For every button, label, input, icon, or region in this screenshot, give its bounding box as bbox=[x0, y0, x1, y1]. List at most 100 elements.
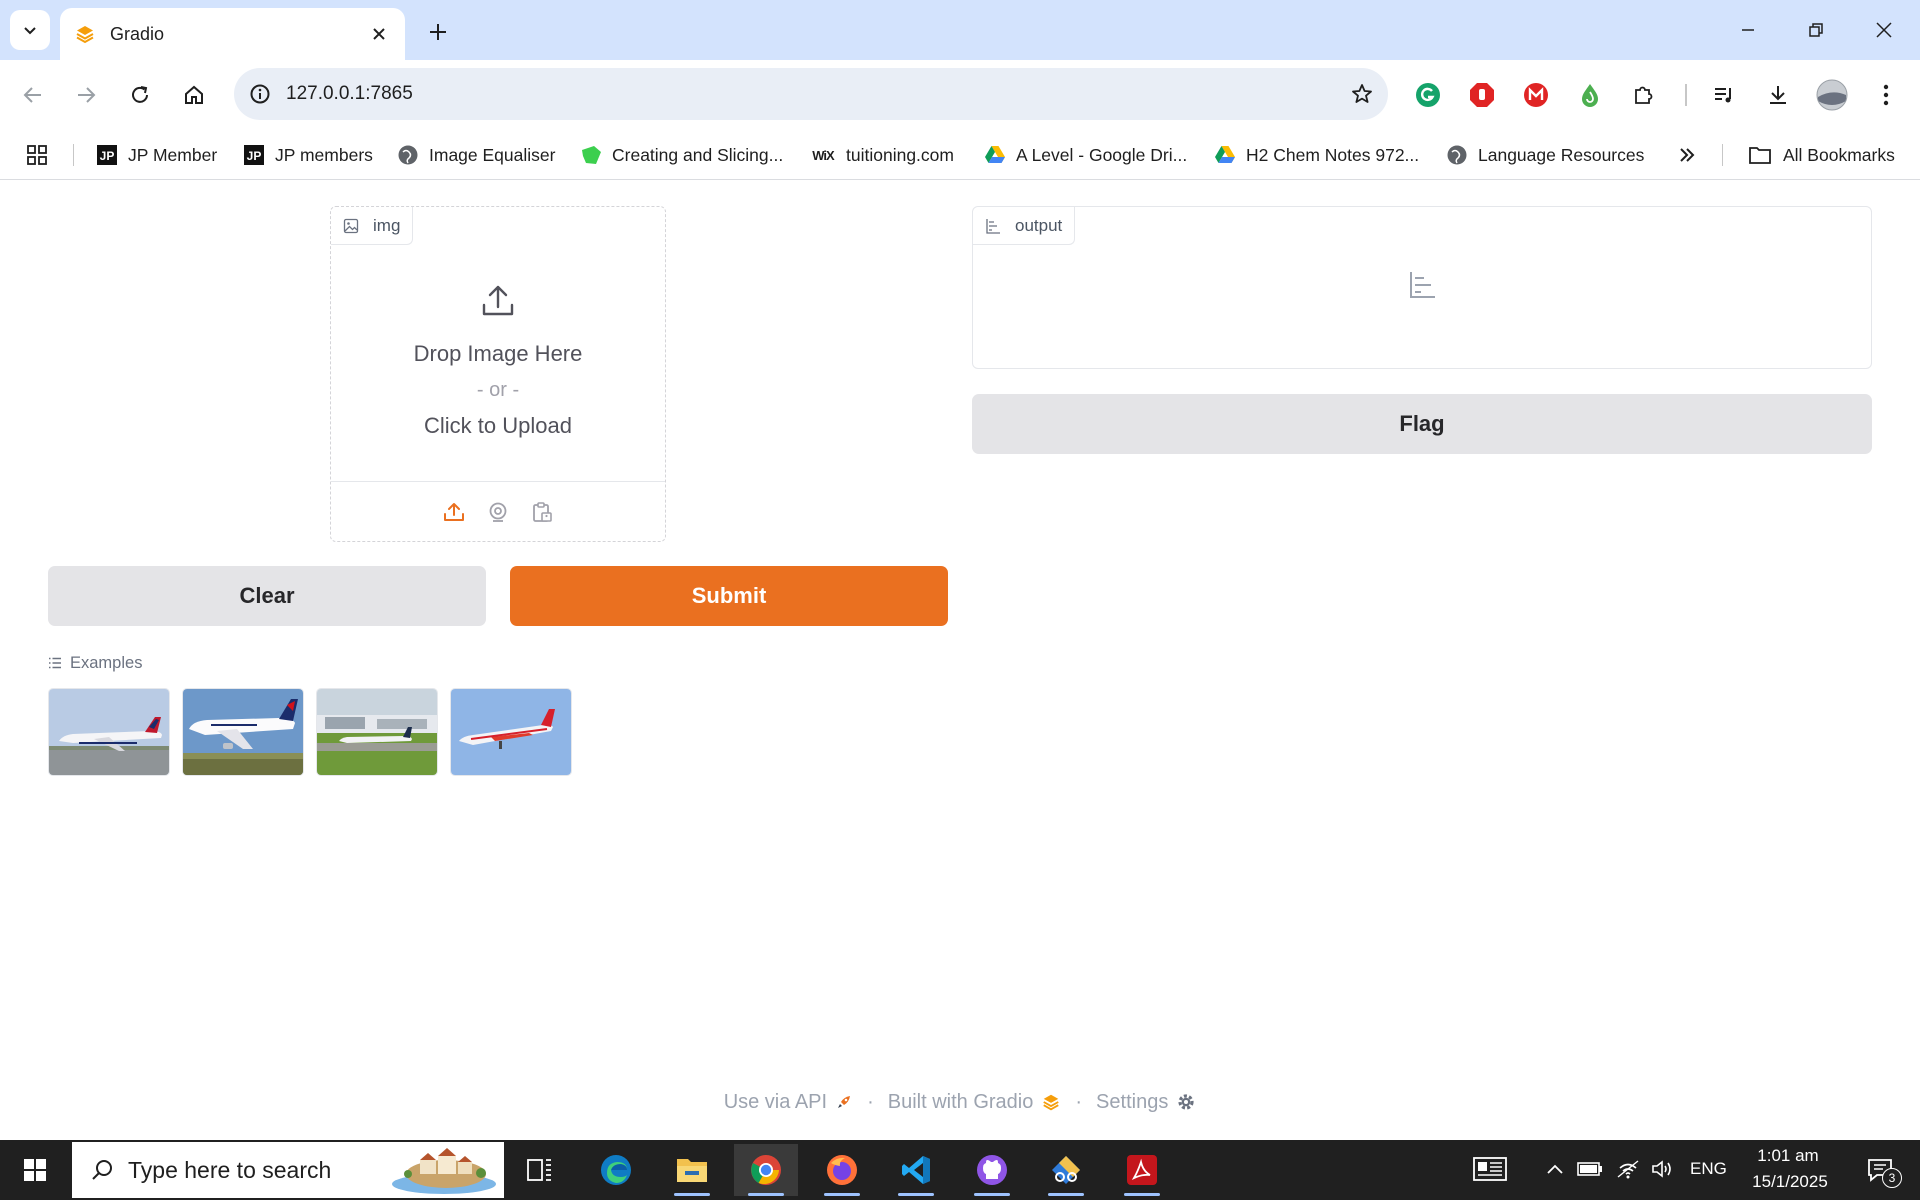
grammarly-extension-icon[interactable] bbox=[1410, 77, 1446, 113]
google-drive-icon bbox=[1214, 144, 1236, 166]
restore-icon bbox=[1809, 23, 1823, 37]
windows-taskbar: Type here to search ENG 1:01 am 15/1/202… bbox=[0, 1140, 1920, 1200]
apps-grid-button[interactable] bbox=[26, 140, 48, 170]
image-input-panel: img Drop Image Here - or - Click to Uplo… bbox=[330, 206, 666, 542]
bookmark-h2-chem-notes[interactable]: H2 Chem Notes 972... bbox=[1214, 140, 1419, 170]
footer-separator: · bbox=[867, 1090, 874, 1113]
close-tab-icon[interactable] bbox=[367, 22, 391, 46]
svg-text:JP: JP bbox=[247, 149, 262, 163]
downloads-icon[interactable] bbox=[1760, 77, 1796, 113]
back-arrow-icon bbox=[23, 87, 41, 103]
extensions-puzzle-icon[interactable] bbox=[1626, 77, 1662, 113]
reload-button[interactable] bbox=[120, 75, 160, 115]
bookmark-jp-members[interactable]: JP JP members bbox=[243, 140, 373, 170]
clock-time[interactable]: 1:01 am bbox=[1756, 1146, 1820, 1166]
built-with-gradio-link[interactable]: Built with Gradio bbox=[888, 1091, 1034, 1114]
example-thumbnail-4[interactable] bbox=[450, 688, 572, 776]
restore-button[interactable] bbox=[1788, 8, 1844, 52]
taskbar-chrome[interactable] bbox=[734, 1144, 798, 1196]
submit-button[interactable]: Submit bbox=[510, 566, 948, 626]
close-window-button[interactable] bbox=[1856, 8, 1912, 52]
bookmark-language-resources[interactable]: Language Resources bbox=[1446, 140, 1644, 170]
notifications-button[interactable]: 3 bbox=[1858, 1152, 1902, 1188]
example-thumbnail-3[interactable] bbox=[316, 688, 438, 776]
upload-icon bbox=[480, 283, 516, 324]
taskbar-edge[interactable] bbox=[584, 1144, 648, 1196]
clear-button[interactable]: Clear bbox=[48, 566, 486, 626]
minimize-button[interactable] bbox=[1720, 8, 1776, 52]
folder-icon bbox=[1747, 144, 1773, 166]
start-button[interactable] bbox=[0, 1140, 70, 1200]
media-controls-icon[interactable] bbox=[1706, 77, 1742, 113]
gradio-logo-icon bbox=[76, 26, 94, 44]
bookmark-star-icon[interactable] bbox=[1336, 68, 1388, 120]
google-drive-icon bbox=[984, 144, 1006, 166]
browser-tab-gradio[interactable]: Gradio bbox=[60, 8, 405, 60]
bookmark-label: Image Equaliser bbox=[429, 144, 556, 165]
settings-link[interactable]: Settings bbox=[1096, 1091, 1168, 1114]
site-info-icon[interactable] bbox=[234, 68, 286, 120]
bookmark-image-equaliser[interactable]: Image Equaliser bbox=[397, 140, 555, 170]
home-button[interactable] bbox=[174, 75, 214, 115]
green-drop-extension-icon[interactable] bbox=[1572, 77, 1608, 113]
close-icon bbox=[1876, 22, 1892, 38]
bookmark-a-level-drive[interactable]: A Level - Google Dri... bbox=[984, 140, 1187, 170]
url-text[interactable]: 127.0.0.1:7865 bbox=[286, 83, 1336, 105]
taskbar-search-box[interactable]: Type here to search bbox=[72, 1142, 504, 1198]
or-text: - or - bbox=[476, 378, 520, 401]
more-bookmarks-button[interactable] bbox=[1678, 140, 1696, 170]
battery-icon[interactable] bbox=[1575, 1154, 1605, 1184]
active-indicator bbox=[898, 1193, 934, 1196]
stop-hand-extension-icon[interactable] bbox=[1464, 77, 1500, 113]
chevron-up-icon[interactable] bbox=[1540, 1154, 1570, 1184]
globe-icon bbox=[1446, 144, 1468, 166]
taskbar-vscode[interactable] bbox=[884, 1144, 948, 1196]
chrome-menu-button[interactable] bbox=[1868, 77, 1904, 113]
news-widget-icon[interactable] bbox=[1470, 1154, 1510, 1184]
task-view-button[interactable] bbox=[508, 1144, 572, 1196]
image-upload-dropzone[interactable]: Drop Image Here - or - Click to Upload bbox=[331, 245, 665, 481]
tab-search-button[interactable] bbox=[10, 10, 50, 50]
back-button[interactable] bbox=[13, 75, 53, 115]
address-bar[interactable]: 127.0.0.1:7865 bbox=[234, 68, 1388, 120]
airplane-thumbnail-airfrance bbox=[183, 689, 303, 775]
all-bookmarks-button[interactable]: All Bookmarks bbox=[1747, 140, 1895, 170]
bookmark-creating-and-slicing[interactable]: Creating and Slicing... bbox=[580, 140, 783, 170]
notification-count-badge: 3 bbox=[1882, 1168, 1902, 1188]
bookmark-tuitioning[interactable]: WiX tuitioning.com bbox=[810, 140, 954, 170]
example-thumbnail-2[interactable] bbox=[182, 688, 304, 776]
wifi-icon[interactable] bbox=[1613, 1154, 1643, 1184]
volume-icon[interactable] bbox=[1648, 1154, 1678, 1184]
active-indicator bbox=[1124, 1193, 1160, 1196]
clock-date[interactable]: 15/1/2025 bbox=[1745, 1172, 1835, 1192]
language-indicator[interactable]: ENG bbox=[1690, 1159, 1727, 1179]
airplane-thumbnail-atr bbox=[451, 689, 571, 775]
flag-button[interactable]: Flag bbox=[972, 394, 1872, 454]
output-block-label: output bbox=[973, 207, 1076, 245]
upload-source-icon[interactable] bbox=[440, 498, 468, 526]
taskbar-file-explorer[interactable] bbox=[660, 1144, 724, 1196]
active-indicator bbox=[674, 1193, 710, 1196]
forward-button[interactable] bbox=[66, 75, 106, 115]
all-bookmarks-label: All Bookmarks bbox=[1783, 144, 1895, 165]
browser-toolbar: 127.0.0.1:7865 bbox=[0, 60, 1920, 130]
more-vertical-icon bbox=[1883, 84, 1889, 106]
taskbar-snipping-tool[interactable] bbox=[1034, 1144, 1098, 1196]
output-empty-state bbox=[973, 245, 1871, 368]
webcam-source-icon[interactable] bbox=[484, 498, 512, 526]
bookmark-jp-member[interactable]: JP JP Member bbox=[96, 140, 217, 170]
airplane-thumbnail-delta bbox=[49, 689, 169, 775]
clipboard-source-icon[interactable] bbox=[528, 498, 556, 526]
profile-avatar[interactable] bbox=[1814, 77, 1850, 113]
new-tab-button[interactable] bbox=[420, 14, 456, 50]
taskbar-acrobat[interactable] bbox=[1110, 1144, 1174, 1196]
use-via-api-link[interactable]: Use via API bbox=[724, 1091, 827, 1114]
taskbar-firefox[interactable] bbox=[810, 1144, 874, 1196]
gear-icon bbox=[1176, 1092, 1196, 1112]
example-thumbnail-1[interactable] bbox=[48, 688, 170, 776]
m-extension-icon[interactable] bbox=[1518, 77, 1554, 113]
taskbar-github-desktop[interactable] bbox=[960, 1144, 1024, 1196]
green-leaf-icon bbox=[580, 144, 602, 166]
bookmarks-bar: JP JP Member JP JP members Image Equalis… bbox=[0, 130, 1920, 180]
wix-icon: WiX bbox=[812, 147, 834, 163]
